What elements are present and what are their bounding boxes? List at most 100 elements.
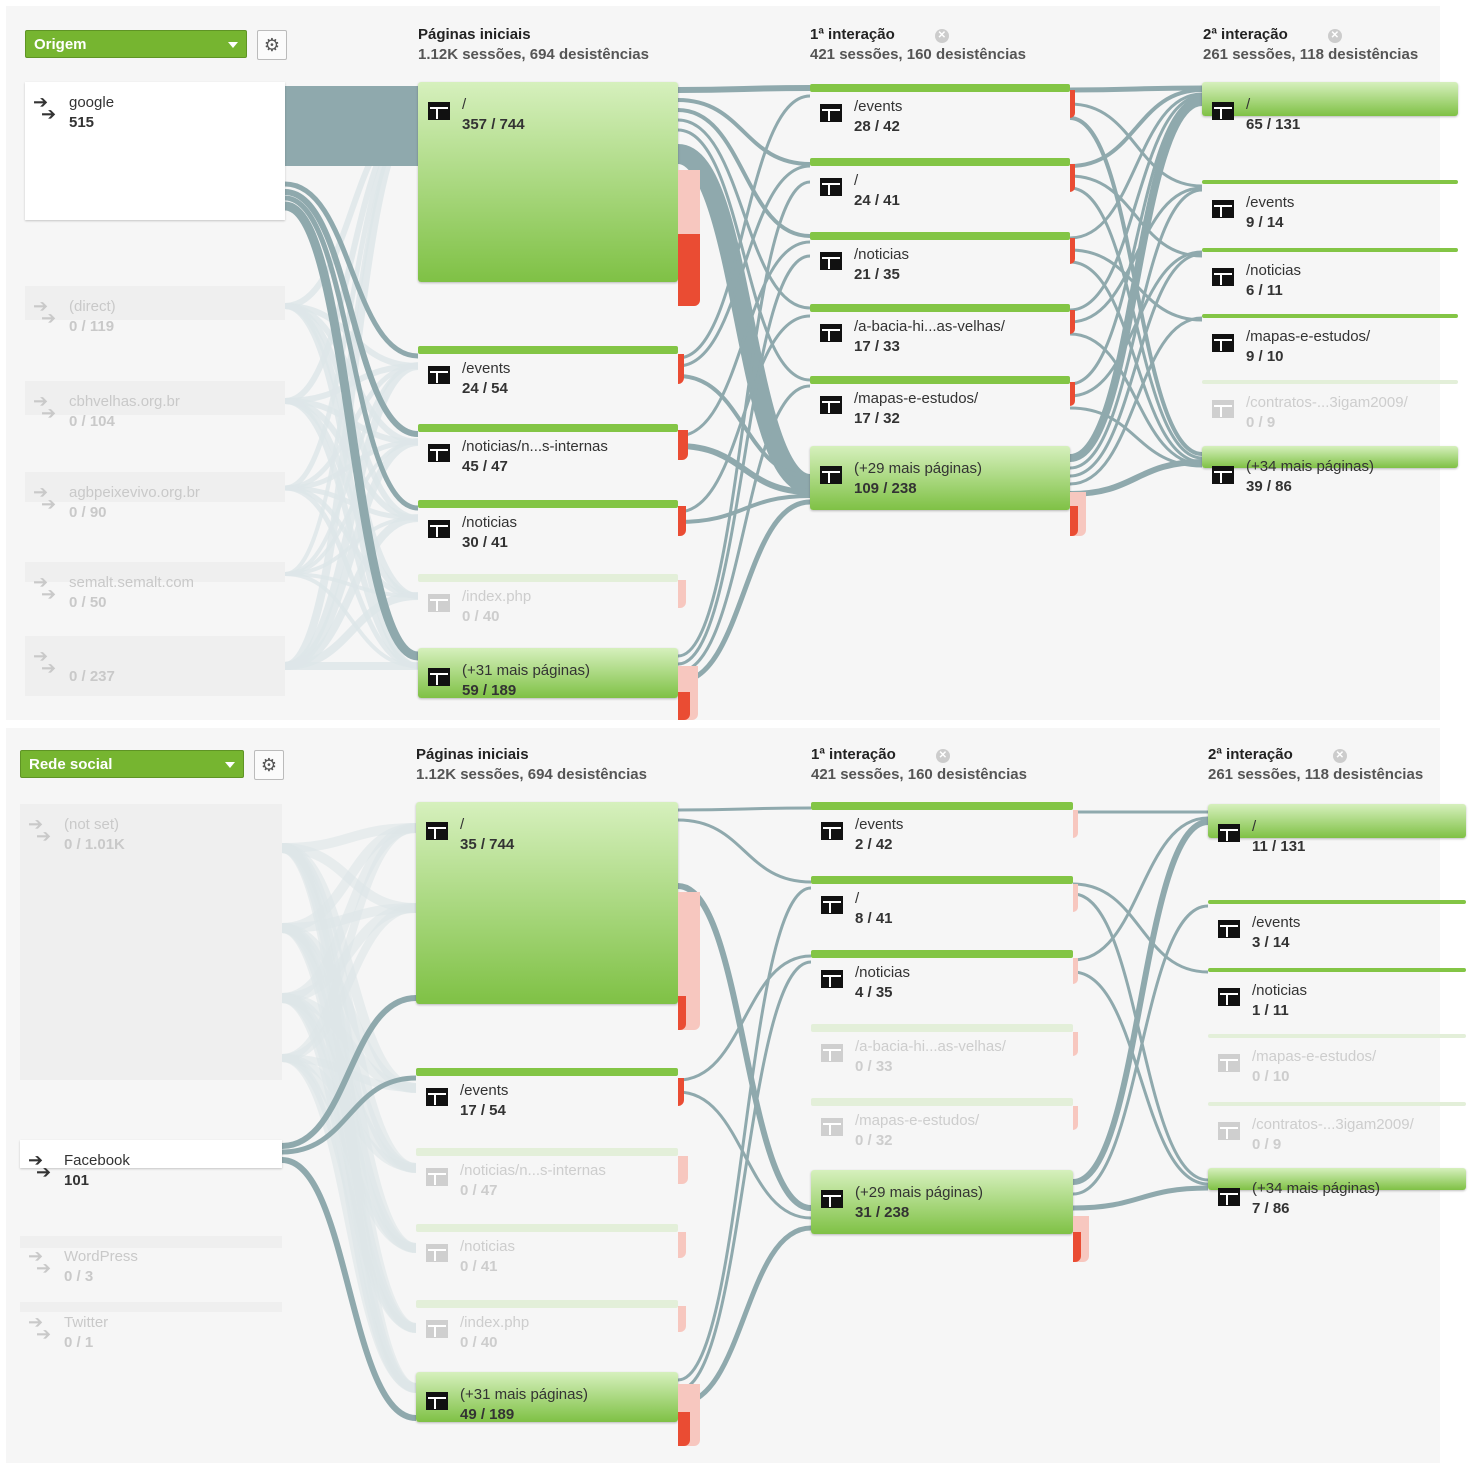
page-label: /events <box>1252 914 1301 931</box>
flow-link <box>1072 816 1209 962</box>
page-node-start-noticias-internas[interactable]: /noticias/n...s-internas 45 / 47 <box>418 424 678 475</box>
page-node-start-noticias[interactable]: /noticias 0 / 41 <box>416 1224 678 1275</box>
dropoff-bar[interactable] <box>1070 90 1075 118</box>
page-node-i2-noticias[interactable]: /noticias 1 / 11 <box>1208 968 1466 1019</box>
page-label: (+34 mais páginas) <box>1252 1180 1380 1197</box>
flow-link <box>281 1054 417 1332</box>
dropoff-bar[interactable] <box>678 580 686 608</box>
page-label: / <box>1246 96 1251 113</box>
page-node-i2-contratos[interactable]: /contratos-...3igam2009/ 0 / 9 <box>1202 380 1458 431</box>
dropoff-bar[interactable] <box>1070 164 1075 192</box>
dropoff-bar[interactable] <box>678 996 686 1030</box>
page-node-i1-mapas[interactable]: /mapas-e-estudos/ 17 / 32 <box>810 376 1070 432</box>
close-icon[interactable]: ✕ <box>935 749 950 763</box>
flow-link <box>284 439 419 491</box>
source-name: google <box>69 94 115 111</box>
page-node-i1-events[interactable]: /events 28 / 42 <box>810 84 1070 140</box>
page-node-i2-more[interactable]: (+34 mais páginas) 39 / 86 <box>1202 446 1458 495</box>
close-icon[interactable]: ✕ <box>1327 29 1342 43</box>
page-node-i2-events[interactable]: /events 3 / 14 <box>1208 900 1466 951</box>
flow-link <box>284 303 419 445</box>
flow-link <box>284 514 419 670</box>
page-node-start-events[interactable]: /events 17 / 54 <box>416 1068 678 1119</box>
page-node-start-root[interactable]: / 357 / 744 <box>418 82 678 282</box>
page-node-i2-contratos[interactable]: /contratos-...3igam2009/ 0 / 9 <box>1208 1102 1466 1153</box>
page-node-i1-root[interactable]: / 8 / 41 <box>811 876 1073 932</box>
dimension-dropdown[interactable]: Origem <box>25 30 247 58</box>
source-node-twitter[interactable]: ➔ ➔ Twitter 0 / 1 <box>20 1302 282 1351</box>
dropoff-bar[interactable] <box>1070 506 1078 536</box>
page-node-i1-more[interactable]: (+29 mais páginas) 109 / 238 <box>810 446 1070 510</box>
page-node-i1-noticias[interactable]: /noticias 4 / 35 <box>811 950 1073 1006</box>
dropoff-bar[interactable] <box>678 506 686 536</box>
dropoff-bar[interactable] <box>678 692 690 720</box>
page-node-i2-root[interactable]: / 11 / 131 <box>1208 804 1466 855</box>
dropoff-bar[interactable] <box>1073 810 1078 838</box>
dropoff-bar[interactable] <box>678 430 688 460</box>
dimension-dropdown[interactable]: Rede social <box>20 750 244 778</box>
source-node-cbhvelhas[interactable]: ➔ ➔ cbhvelhas.org.br 0 / 104 <box>25 381 285 430</box>
source-node-semalt[interactable]: ➔ ➔ semalt.semalt.com 0 / 50 <box>25 562 285 611</box>
page-node-start-more[interactable]: (+31 mais páginas) 59 / 189 <box>418 648 678 699</box>
page-node-i2-noticias[interactable]: /noticias 6 / 11 <box>1202 248 1458 299</box>
dropoff-bar[interactable] <box>1073 1232 1081 1262</box>
flow-link <box>281 923 417 1173</box>
page-node-i1-bacia[interactable]: /a-bacia-hi...as-velhas/ 0 / 33 <box>811 1024 1073 1080</box>
dropoff-bar[interactable] <box>1073 884 1078 912</box>
page-count: 35 / 744 <box>460 836 515 853</box>
source-node-wordpress[interactable]: ➔ ➔ WordPress 0 / 3 <box>20 1236 282 1285</box>
page-node-i1-more[interactable]: (+29 mais páginas) 31 / 238 <box>811 1170 1073 1234</box>
source-count: 0 / 237 <box>69 668 115 685</box>
source-node-direct[interactable]: ➔ ➔ (direct) 0 / 119 <box>25 286 285 335</box>
dropoff-bar[interactable] <box>678 1306 686 1332</box>
page-node-start-events[interactable]: /events 24 / 54 <box>418 346 678 397</box>
page-node-start-noticias[interactable]: /noticias 30 / 41 <box>418 500 678 551</box>
dropoff-bar[interactable] <box>678 1232 686 1258</box>
page-node-i2-mapas[interactable]: /mapas-e-estudos/ 0 / 10 <box>1208 1034 1466 1085</box>
source-count: 0 / 1.01K <box>64 836 125 853</box>
dropoff-bar[interactable] <box>1073 1032 1078 1056</box>
page-node-i1-root[interactable]: / 24 / 41 <box>810 158 1070 214</box>
dropoff-bar[interactable] <box>678 234 700 306</box>
page-node-start-root[interactable]: / 35 / 744 <box>416 802 678 1004</box>
page-node-start-index[interactable]: /index.php 0 / 40 <box>416 1300 678 1351</box>
page-node-start-more[interactable]: (+31 mais páginas) 49 / 189 <box>416 1372 678 1423</box>
page-node-i1-events[interactable]: /events 2 / 42 <box>811 802 1073 858</box>
page-node-i1-noticias[interactable]: /noticias 21 / 35 <box>810 232 1070 288</box>
flow-link <box>281 1054 417 1172</box>
page-label: / <box>854 172 859 189</box>
flow-link <box>1069 248 1203 322</box>
page-node-start-index[interactable]: /index.php 0 / 40 <box>418 574 678 625</box>
dropoff-bar[interactable] <box>678 1412 690 1446</box>
page-node-i2-more[interactable]: (+34 mais páginas) 7 / 86 <box>1208 1168 1466 1217</box>
dropoff-bar[interactable] <box>1070 382 1075 406</box>
flow-link <box>677 818 812 884</box>
page-node-i2-mapas[interactable]: /mapas-e-estudos/ 9 / 10 <box>1202 314 1458 365</box>
close-icon[interactable]: ✕ <box>934 29 949 43</box>
page-label: /events <box>855 816 904 833</box>
source-node-not-set[interactable]: ➔ ➔ (not set) 0 / 1.01K <box>20 804 282 1080</box>
source-node-agbpeixevivo[interactable]: ➔ ➔ agbpeixevivo.org.br 0 / 90 <box>25 472 285 521</box>
dropoff-bar[interactable] <box>1070 238 1075 264</box>
page-node-i1-bacia[interactable]: /a-bacia-hi...as-velhas/ 17 / 33 <box>810 304 1070 360</box>
dropoff-bar[interactable] <box>678 1156 688 1184</box>
source-node-google[interactable]: ➔ ➔ google 515 <box>25 82 285 220</box>
page-node-i2-root[interactable]: / 65 / 131 <box>1202 82 1458 133</box>
dropoff-bar[interactable] <box>678 354 684 384</box>
source-node-other[interactable]: ➔ ➔ 0 / 237 <box>25 636 285 696</box>
close-icon[interactable]: ✕ <box>1332 749 1347 763</box>
gear-icon[interactable]: ⚙ <box>254 750 284 780</box>
page-node-i2-events[interactable]: /events 9 / 14 <box>1202 180 1458 231</box>
page-node-i1-mapas[interactable]: /mapas-e-estudos/ 0 / 32 <box>811 1098 1073 1154</box>
dropoff-bar[interactable] <box>678 1078 684 1106</box>
page-node-start-noticias-internas[interactable]: /noticias/n...s-internas 0 / 47 <box>416 1148 678 1199</box>
page-count: 0 / 32 <box>855 1132 893 1149</box>
dropoff-bar[interactable] <box>1073 958 1078 984</box>
source-node-facebook[interactable]: ➔ ➔ Facebook 101 <box>20 1140 282 1189</box>
dropoff-bar[interactable] <box>1070 310 1075 334</box>
dropoff-bar[interactable] <box>1073 1106 1078 1130</box>
flow-link <box>1069 85 1203 93</box>
flow-link <box>281 843 417 1093</box>
flow-link <box>281 823 417 933</box>
gear-icon[interactable]: ⚙ <box>257 30 287 60</box>
